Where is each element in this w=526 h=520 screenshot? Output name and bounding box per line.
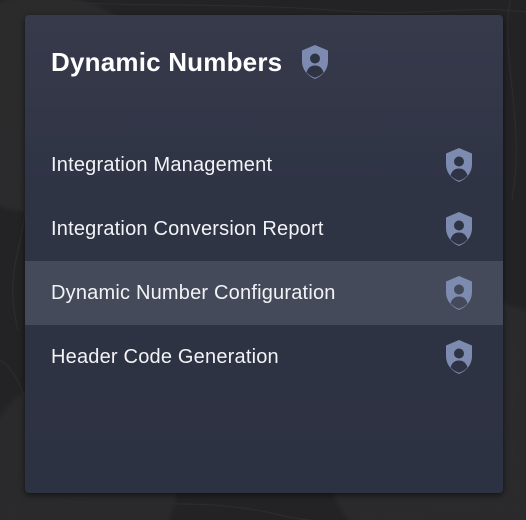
user-shield-icon <box>443 211 475 247</box>
user-shield-icon <box>300 44 330 80</box>
menu-item-integration-conversion-report[interactable]: Integration Conversion Report <box>25 197 503 261</box>
user-shield-icon <box>443 339 475 375</box>
menu-item-label: Integration Management <box>51 153 273 176</box>
menu-item-label: Dynamic Number Configuration <box>51 281 336 304</box>
card-title: Dynamic Numbers <box>51 46 283 77</box>
menu-item-integration-management[interactable]: Integration Management <box>25 133 503 197</box>
user-shield-icon <box>443 275 475 311</box>
card-header: Dynamic Numbers <box>51 42 330 82</box>
menu-item-label: Header Code Generation <box>51 345 279 368</box>
menu-item-header-code-generation[interactable]: Header Code Generation <box>25 325 503 389</box>
menu-item-label: Integration Conversion Report <box>51 217 324 240</box>
dynamic-numbers-card: Dynamic Numbers Integration Management I… <box>25 15 503 493</box>
user-shield-icon <box>443 147 475 183</box>
menu-item-dynamic-number-configuration[interactable]: Dynamic Number Configuration <box>25 261 503 325</box>
menu-list: Integration Management Integration Conve… <box>25 133 503 389</box>
